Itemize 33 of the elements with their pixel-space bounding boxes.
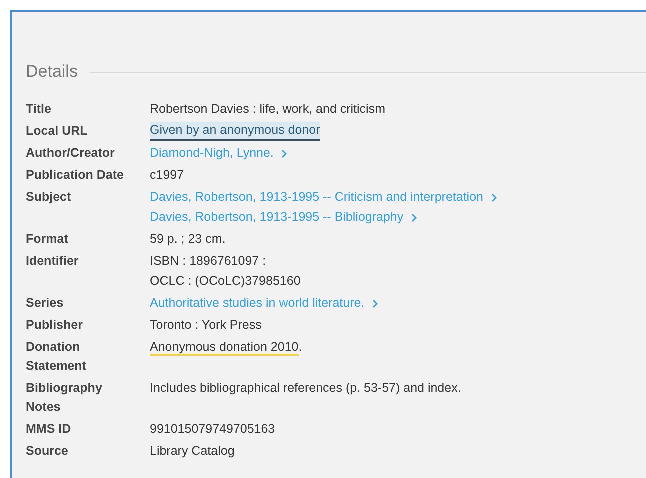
field-label: Format bbox=[26, 231, 70, 248]
field-label: Bibliography Notes bbox=[26, 380, 104, 416]
field-value: Anonymous donation 2010. bbox=[150, 339, 302, 357]
field-value: Toronto : York Press bbox=[150, 317, 262, 334]
chevron-right-icon bbox=[372, 298, 379, 308]
field-label: Source bbox=[26, 443, 70, 460]
field-label: MMS ID bbox=[26, 421, 72, 438]
chevron-right-icon bbox=[280, 148, 288, 158]
field-value: c1997 bbox=[150, 167, 184, 184]
field-label: Identifier bbox=[26, 253, 80, 270]
field-label: Title bbox=[26, 101, 52, 118]
field-label: Local URL bbox=[26, 123, 89, 140]
field-value: OCLC : (OCoLC)37985160 bbox=[150, 273, 301, 290]
field-value: ISBN : 1896761097 : bbox=[150, 253, 266, 270]
chevron-right-icon bbox=[490, 192, 498, 202]
field-value: Includes bibliographical references (p. 53-57) and index. bbox=[150, 380, 462, 397]
section-title: Details bbox=[26, 62, 78, 82]
field-value: 59 p. ; 23 cm. bbox=[150, 231, 226, 248]
link[interactable]: Diamond-Nigh, Lynne. bbox=[150, 144, 274, 163]
link[interactable]: Davies, Robertson, 1913-1995 -- Bibliography bbox=[150, 208, 404, 227]
field-label: Subject bbox=[26, 189, 72, 206]
field-value: Robertson Davies : life, work, and criticism bbox=[150, 101, 386, 118]
link[interactable]: Authoritative studies in world literature. bbox=[150, 294, 365, 313]
link[interactable]: Given by an anonymous donor bbox=[150, 122, 320, 141]
field-label: Author/Creator bbox=[26, 145, 116, 162]
field-label: Publisher bbox=[26, 317, 84, 334]
chevron-right-icon bbox=[410, 212, 418, 222]
link[interactable]: Davies, Robertson, 1913-1995 -- Criticism and interpretation bbox=[150, 188, 484, 207]
field-label: Publication Date bbox=[26, 167, 125, 184]
field-label: Series bbox=[26, 295, 65, 312]
field-value: Library Catalog bbox=[150, 443, 235, 460]
field-label: Donation Statement bbox=[26, 339, 88, 375]
field-value: 991015079749705163 bbox=[150, 421, 276, 438]
